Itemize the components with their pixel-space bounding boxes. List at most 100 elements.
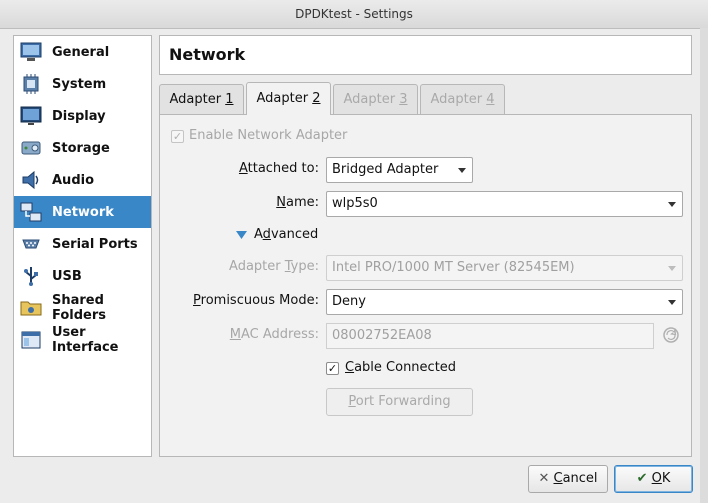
cancel-button[interactable]: ✕ Cancel: [528, 465, 608, 493]
settings-sidebar: General System Display Storage Audio Net…: [13, 35, 152, 457]
sidebar-item-general[interactable]: General: [14, 36, 151, 68]
sidebar-item-user-interface[interactable]: User Interface: [14, 324, 151, 356]
mac-address-label: MAC Address:: [200, 327, 319, 342]
tab-adapter-2[interactable]: Adapter 2: [246, 82, 331, 115]
label-rest: ort Forwarding: [355, 394, 451, 409]
tab-mnemonic: 4: [486, 92, 495, 107]
mnemonic: C: [553, 471, 563, 486]
label-rest: ame:: [285, 195, 319, 210]
port-forwarding-button: Port Forwarding: [326, 388, 473, 416]
mnemonic: P: [193, 293, 201, 308]
ok-check-icon: ✔: [636, 471, 648, 486]
ok-button[interactable]: ✔ OK: [614, 465, 693, 493]
sidebar-item-label: Audio: [52, 172, 95, 188]
tab-mnemonic: 1: [225, 92, 234, 107]
label-rest: ype:: [290, 259, 319, 274]
mnemonic: C: [345, 360, 355, 375]
mnemonic: A: [238, 161, 248, 176]
adapter-type-label: Adapter Type:: [200, 259, 319, 274]
label-rest: K: [661, 471, 671, 486]
refresh-mac-icon: [663, 327, 679, 343]
tab-adapter-3: Adapter 3: [333, 84, 418, 114]
name-label: Name:: [200, 195, 319, 210]
adapter-type-value: Intel PRO/1000 MT Server (82545EM): [332, 260, 575, 275]
background-window-strip: [700, 28, 708, 503]
attached-to-select[interactable]: Bridged Adapter: [326, 157, 473, 183]
label-pre: A: [254, 227, 263, 242]
tab-adapter-4: Adapter 4: [420, 84, 505, 114]
cable-connected-label: Cable Connected: [345, 360, 456, 375]
name-value: wlp5s0: [332, 196, 378, 211]
tab-label: Adapter: [169, 92, 226, 107]
tab-label: Adapter: [430, 92, 487, 107]
chevron-down-icon: [458, 168, 466, 173]
sidebar-item-shared-folders[interactable]: Shared Folders: [14, 292, 151, 324]
sidebar-item-label: User Interface: [52, 325, 119, 355]
label-rest: ttached to:: [247, 161, 319, 176]
label-rest: able Connected: [354, 360, 457, 375]
cancel-x-icon: ✕: [538, 471, 550, 486]
mac-address-field: 08002752EA08: [326, 323, 654, 349]
label-rest: ancel: [562, 471, 598, 486]
mnemonic: M: [229, 327, 241, 342]
display-icon: [20, 106, 42, 125]
sidebar-item-network[interactable]: Network: [14, 196, 151, 228]
attached-to-label: Attached to:: [200, 161, 319, 176]
tab-label: Adapter: [343, 92, 400, 107]
sidebar-item-system[interactable]: System: [14, 68, 151, 100]
serial-ports-icon: [22, 239, 40, 249]
sidebar-item-display[interactable]: Display: [14, 100, 151, 132]
user-interface-icon: [21, 331, 41, 349]
mnemonic: d: [262, 227, 271, 242]
sidebar-item-label: USB: [52, 268, 82, 284]
sidebar-item-usb[interactable]: USB: [14, 260, 151, 292]
chevron-down-icon: [668, 202, 676, 207]
attached-to-value: Bridged Adapter: [332, 162, 439, 177]
system-icon: [23, 74, 39, 94]
promiscuous-mode-select[interactable]: Deny: [326, 289, 683, 315]
label-pre: Adapter: [229, 259, 285, 274]
sidebar-item-label: Storage: [52, 140, 110, 156]
mnemonic: N: [276, 195, 286, 210]
usb-icon: [24, 267, 38, 286]
sidebar-item-label: Serial Ports: [52, 236, 138, 252]
sidebar-item-label: Shared Folders: [52, 293, 107, 323]
audio-icon: [22, 170, 39, 190]
page-title: Network: [159, 35, 692, 75]
mnemonic: P: [348, 394, 356, 409]
sidebar-item-label: System: [52, 76, 107, 92]
sidebar-item-label: General: [52, 44, 110, 60]
advanced-label: Advanced: [254, 227, 318, 242]
adapter-type-select: Intel PRO/1000 MT Server (82545EM): [326, 255, 683, 281]
enable-adapter-checkbox: ✓: [171, 130, 184, 143]
tab-mnemonic: 2: [312, 91, 321, 106]
sidebar-item-audio[interactable]: Audio: [14, 164, 151, 196]
sidebar-item-label: Display: [52, 108, 106, 124]
triangle-down-icon: [236, 231, 247, 239]
chevron-down-icon: [668, 300, 676, 305]
enable-adapter-label: Enable Network Adapter: [189, 128, 348, 143]
name-select[interactable]: wlp5s0: [326, 191, 683, 217]
label-rest: AC Address:: [240, 327, 319, 342]
window-title: DPDKtest - Settings: [295, 7, 413, 21]
page-title-text: Network: [169, 45, 246, 64]
cable-connected-checkbox[interactable]: ✓: [326, 362, 339, 375]
network-icon: [20, 202, 42, 222]
mac-address-value: 08002752EA08: [332, 328, 432, 343]
sidebar-item-serial-ports[interactable]: Serial Ports: [14, 228, 151, 260]
mnemonic: O: [651, 471, 662, 486]
storage-icon: [21, 141, 41, 155]
general-icon: [20, 42, 42, 61]
sidebar-item-storage[interactable]: Storage: [14, 132, 151, 164]
tab-label: Adapter: [256, 91, 313, 106]
promiscuous-mode-label: Promiscuous Mode:: [190, 293, 319, 308]
chevron-down-icon: [668, 266, 676, 271]
window-title-bar: DPDKtest - Settings: [0, 0, 708, 29]
shared-folders-icon: [20, 301, 42, 316]
promiscuous-mode-value: Deny: [332, 294, 366, 309]
label-rest: vanced: [270, 227, 319, 242]
tab-mnemonic: 3: [399, 92, 408, 107]
sidebar-item-label: Network: [52, 204, 114, 220]
label-rest: romiscuous Mode:: [200, 293, 319, 308]
tab-adapter-1[interactable]: Adapter 1: [159, 84, 244, 114]
